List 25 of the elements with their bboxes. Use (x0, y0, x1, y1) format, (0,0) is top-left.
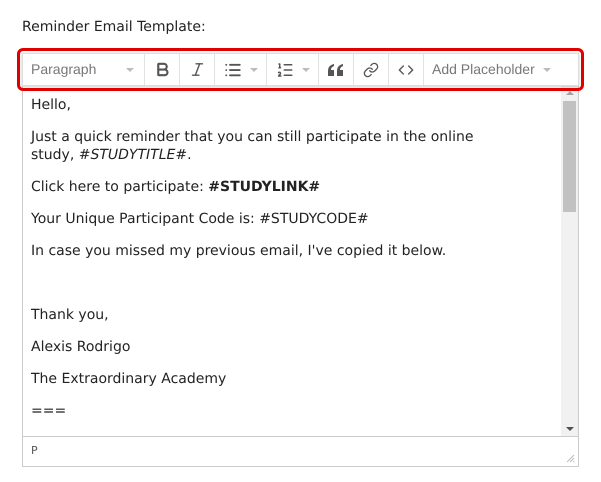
caret-icon (250, 68, 258, 72)
scroll-down-icon (566, 427, 574, 431)
paragraph: Click here to participate: #STUDYLINK# (31, 178, 322, 196)
caret-icon (126, 68, 134, 72)
paragraph: Alexis Rodrigo (31, 338, 132, 356)
scrollbar-thumb[interactable] (563, 101, 576, 212)
scroll-up-icon (566, 91, 574, 95)
paragraph: Thank you, (31, 306, 110, 324)
paragraph: Hello, (31, 96, 72, 114)
scrollbar[interactable] (561, 86, 578, 436)
paragraph: In case you missed my previous email, I've copied it below. (31, 242, 448, 260)
block-format-dropdown[interactable]: Paragraph (23, 54, 145, 85)
element-path: P (31, 443, 38, 460)
caret-icon (542, 68, 551, 72)
resize-handle-icon[interactable] (566, 454, 575, 463)
paragraph: Just a quick reminder that you can still participate in the online study, #STUDYTITLE#. (31, 128, 474, 164)
link-icon (363, 62, 379, 78)
field-label: Reminder Email Template: (22, 18, 207, 37)
paragraph: Your Unique Participant Code is: #STUDYCODE# (31, 210, 370, 228)
placeholder-dropdown[interactable]: Add Placeholder (424, 54, 551, 85)
quote-icon (328, 64, 344, 76)
paragraph: The Extraordinary Academy (31, 370, 228, 388)
caret-icon (302, 68, 310, 72)
paragraph: === (31, 402, 68, 420)
numbered-list-icon (276, 60, 294, 78)
